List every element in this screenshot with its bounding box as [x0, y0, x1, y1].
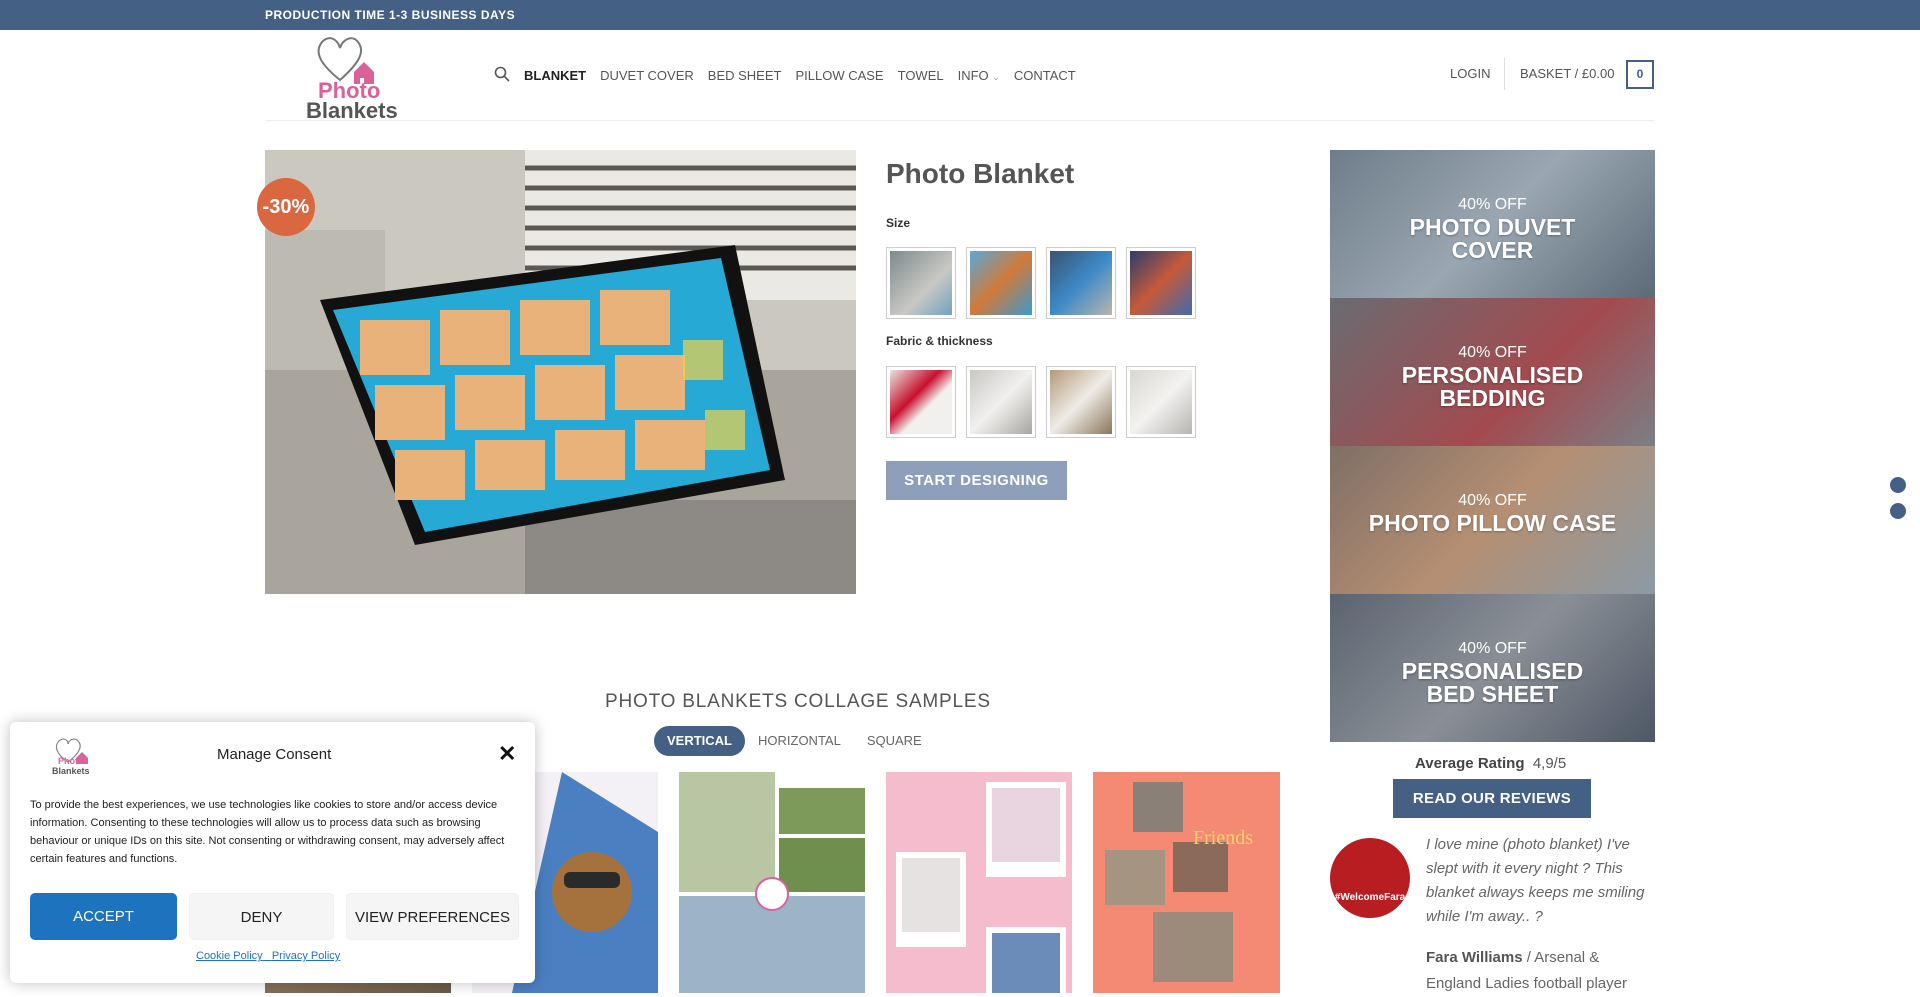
promo-bed-sheet[interactable]: 40% OFF PERSONALISED BED SHEET	[1330, 594, 1655, 742]
sample-image-3[interactable]	[679, 772, 865, 993]
promo-discount: 40% OFF	[1458, 196, 1527, 213]
fabric-option-2[interactable]	[966, 366, 1036, 438]
view-preferences-button[interactable]: VIEW PREFERENCES	[346, 893, 519, 940]
cookie-policy-link[interactable]: Cookie Policy	[196, 950, 263, 962]
testimonial-quote: I love mine (photo blanket) I've slept w…	[1426, 836, 1645, 925]
consent-links: Cookie Policy Privacy Policy	[196, 950, 340, 962]
product-image[interactable]	[265, 150, 856, 594]
announcement-text: PRODUCTION TIME 1-3 BUSINESS DAYS	[265, 8, 516, 22]
product-title: Photo Blanket	[886, 158, 1075, 189]
nav-item-contact[interactable]: CONTACT	[1014, 68, 1076, 83]
start-designing-button[interactable]: START DESIGNING	[886, 461, 1067, 500]
promo-duvet-cover[interactable]: 40% OFF PHOTO DUVET COVER	[1330, 150, 1655, 298]
fabric-option-4[interactable]	[1126, 366, 1196, 438]
tab-square[interactable]: SQUARE	[854, 726, 935, 756]
fabric-label: Fabric & thickness	[886, 334, 993, 348]
rating-label: Average Rating	[1415, 755, 1525, 772]
top-announcement-bar: PRODUCTION TIME 1-3 BUSINESS DAYS	[0, 0, 1920, 30]
read-reviews-button[interactable]: READ OUR REVIEWS	[1393, 779, 1591, 818]
promo-pillow-case[interactable]: 40% OFF PHOTO PILLOW CASE	[1330, 446, 1655, 594]
size-label: Size	[886, 216, 911, 230]
samples-title: PHOTO BLANKETS COLLAGE SAMPLES	[605, 691, 991, 712]
accept-button[interactable]: ACCEPT	[30, 893, 177, 940]
login-link[interactable]: LOGIN	[1450, 66, 1490, 81]
average-rating: Average Rating 4,9/5	[1415, 755, 1566, 772]
tab-vertical[interactable]: VERTICAL	[654, 726, 745, 756]
nav-item-info-label: INFO	[957, 68, 989, 83]
consent-title: Manage Consent	[217, 746, 332, 763]
nav-item-duvet-cover[interactable]: DUVET COVER	[600, 68, 694, 83]
promo-discount: 40% OFF	[1458, 640, 1527, 657]
author-name: Fara Williams	[1426, 949, 1523, 966]
size-option-1[interactable]	[886, 247, 956, 319]
rating-value: 4,9/5	[1532, 755, 1567, 772]
fabric-option-3[interactable]	[1046, 366, 1116, 438]
size-option-2[interactable]	[966, 247, 1036, 319]
sale-badge: -30%	[257, 178, 315, 236]
logo-text-blankets: Blankets	[306, 98, 398, 123]
floating-dots	[1890, 477, 1906, 529]
chevron-down-icon: ⌄	[992, 72, 1000, 82]
promo-title: PERSONALISED BEDDING	[1401, 362, 1584, 411]
consent-dialog: Photo Blankets Manage Consent ✕ To provi…	[10, 722, 535, 983]
nav-item-pillow-case[interactable]: PILLOW CASE	[795, 68, 883, 83]
header-divider	[265, 120, 1655, 121]
floating-dot-1[interactable]	[1890, 477, 1906, 493]
nav-separator	[1504, 58, 1505, 90]
tab-horizontal[interactable]: HORIZONTAL	[745, 726, 854, 756]
sample-friends-text: Friends	[1193, 827, 1253, 849]
promo-title: PHOTO DUVET COVER	[1409, 214, 1576, 263]
deny-button[interactable]: DENY	[189, 893, 334, 940]
privacy-policy-link[interactable]: Privacy Policy	[272, 950, 340, 962]
sample-image-4[interactable]	[886, 772, 1072, 993]
testimonial-author: Fara Williams / Arsenal & England Ladies…	[1426, 945, 1656, 997]
promo-bedding[interactable]: 40% OFF PERSONALISED BEDDING	[1330, 298, 1655, 446]
fabric-option-1[interactable]	[886, 366, 956, 438]
site-logo[interactable]: Photo Blankets	[300, 32, 410, 123]
consent-logo-text-2: Blankets	[52, 766, 90, 776]
promo-discount: 40% OFF	[1458, 344, 1527, 361]
nav-item-bed-sheet[interactable]: BED SHEET	[708, 68, 782, 83]
samples-tabs: VERTICAL HORIZONTAL SQUARE	[654, 726, 935, 756]
nav-item-info[interactable]: INFO ⌄	[958, 68, 1000, 83]
nav-item-blanket[interactable]: BLANKET	[524, 68, 586, 83]
consent-body: To provide the best experiences, we use …	[30, 799, 505, 865]
size-option-4[interactable]	[1126, 247, 1196, 319]
promo-title: PHOTO PILLOW CASE	[1368, 510, 1617, 536]
avatar: #WelcomeFara	[1330, 838, 1410, 918]
avatar-caption: #WelcomeFara	[1334, 892, 1406, 903]
promo-title: PERSONALISED BED SHEET	[1401, 658, 1584, 707]
consent-logo-text-1: Photo	[58, 756, 84, 766]
floating-dot-2[interactable]	[1890, 503, 1906, 519]
basket-count-badge[interactable]: 0	[1626, 60, 1654, 89]
search-icon[interactable]	[494, 66, 510, 85]
size-option-3[interactable]	[1046, 247, 1116, 319]
basket-link[interactable]: BASKET / £0.00	[1520, 66, 1614, 81]
main-nav: BLANKET DUVET COVER BED SHEET PILLOW CAS…	[494, 66, 1076, 85]
promo-discount: 40% OFF	[1458, 492, 1527, 509]
close-icon[interactable]: ✕	[498, 743, 516, 765]
sample-image-5[interactable]: Friends	[1093, 772, 1280, 993]
consent-logo: Photo Blankets	[46, 736, 106, 778]
nav-item-towel[interactable]: TOWEL	[898, 68, 944, 83]
